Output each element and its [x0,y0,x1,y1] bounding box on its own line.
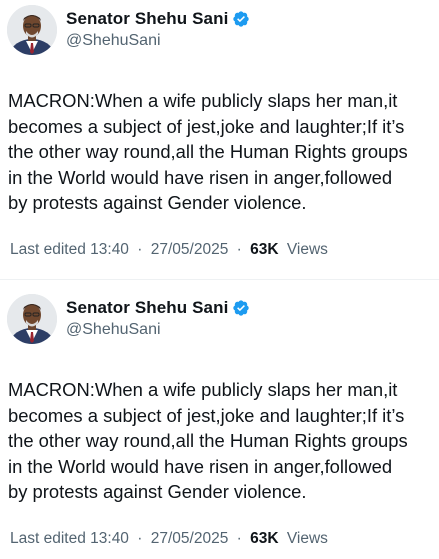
edited-timestamp[interactable]: Last edited 13:40 [10,530,129,547]
avatar[interactable] [7,5,57,55]
views-count: 63K [250,530,279,547]
views-label: Views [286,530,328,547]
edited-timestamp[interactable]: Last edited 13:40 [10,241,129,258]
meta-separator: · [236,530,242,547]
display-name[interactable]: Senator Shehu Sani [66,9,228,29]
tweet-text-line: in the World would have risen in anger,f… [8,455,393,477]
tweet-text-line: becomes a subject of jest,joke and laugh… [8,115,405,137]
tweet-date[interactable]: 27/05/2025 [151,241,229,258]
tweet-text-line: by protests against Gender violence. [8,192,307,213]
tweet-metadata: Last edited 13:40 · 27/05/2025 · 63K Vie… [10,241,328,259]
tweet-text-line: in the World would have risen in anger,f… [8,166,393,188]
display-name[interactable]: Senator Shehu Sani [66,298,228,318]
tweet-date[interactable]: 27/05/2025 [151,530,229,547]
avatar[interactable] [7,294,57,344]
views-label: Views [286,241,328,258]
user-handle[interactable]: @ShehuSani [66,32,161,50]
user-handle[interactable]: @ShehuSani [66,321,161,339]
tweet-text-line: by protests against Gender violence. [8,481,307,502]
verified-badge-icon [232,299,250,317]
author-name-row: Senator Shehu Sani [66,298,250,318]
tweet-card: Senator Shehu Sani @ShehuSani MACRON:Whe… [0,289,439,559]
meta-separator: · [137,530,143,547]
screenshot-page: Senator Shehu Sani @ShehuSani MACRON:Whe… [0,0,439,559]
tweet-metadata: Last edited 13:40 · 27/05/2025 · 63K Vie… [10,530,328,548]
author-name-row: Senator Shehu Sani [66,9,250,29]
tweet-text: MACRON:When a wife publicly slaps her ma… [8,377,436,505]
tweet-text: MACRON:When a wife publicly slaps her ma… [8,88,436,216]
meta-separator: · [236,241,242,258]
views-count: 63K [250,241,279,258]
tweet-text-line: MACRON:When a wife publicly slaps her ma… [8,379,398,400]
tweet-text-line: becomes a subject of jest,joke and laugh… [8,404,405,426]
tweet-card: Senator Shehu Sani @ShehuSani MACRON:Whe… [0,0,439,280]
divider [0,279,439,280]
tweet-text-line: MACRON:When a wife publicly slaps her ma… [8,90,398,111]
verified-badge-icon [232,10,250,28]
meta-separator: · [137,241,143,258]
tweet-text-line: the other way round,all the Human Rights… [8,430,408,451]
tweet-text-line: the other way round,all the Human Rights… [8,141,408,162]
